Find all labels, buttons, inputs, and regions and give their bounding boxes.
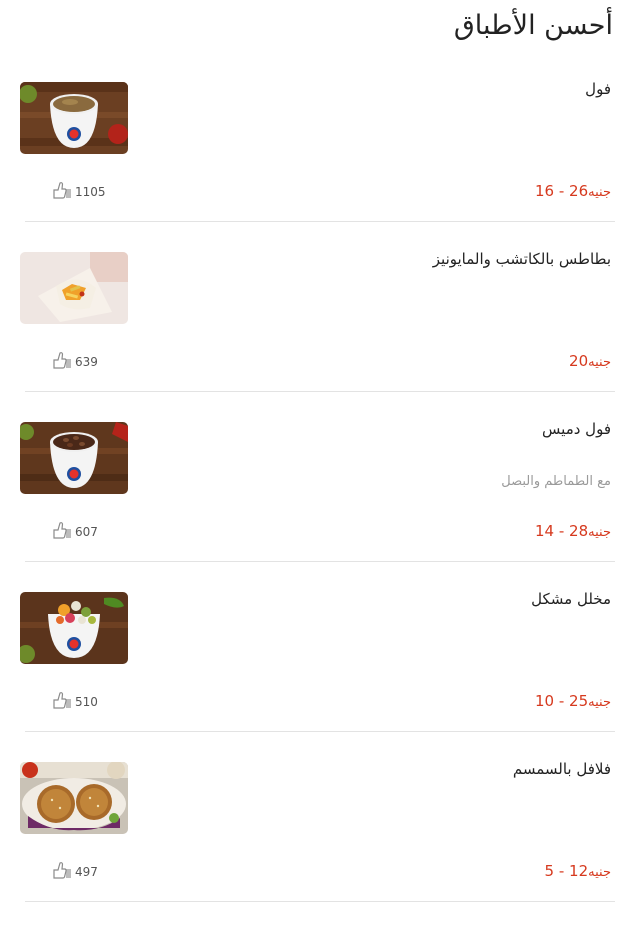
likes-count: 1105 [75, 184, 106, 199]
price-range: 5 - 12 [544, 862, 589, 880]
likes-counter[interactable]: 607 [52, 521, 98, 542]
likes-counter[interactable]: 639 [52, 351, 98, 372]
price-range: 20 [569, 352, 589, 370]
price-range: 10 - 25 [535, 692, 589, 710]
dish-description: مع الطماطم والبصل [501, 474, 611, 489]
likes-count: 639 [75, 354, 98, 369]
menu-item-sesame-falafel[interactable]: فلافل بالسمسم 5 - 12 جنيه 497 [0, 760, 637, 930]
item-divider [25, 901, 615, 902]
likes-counter[interactable]: 510 [52, 691, 98, 712]
dish-name: بطاطس بالكاتشب والمايونيز [432, 250, 611, 268]
menu-item-mixed-pickles[interactable]: مخلل مشكل 10 - 25 جنيه 510 [0, 590, 637, 760]
currency-label: جنيه [588, 355, 611, 370]
menu-item-ful[interactable]: فول 16 - 26 جنيه 1105 [0, 80, 637, 250]
menu-item-ful-demis[interactable]: فول دميس مع الطماطم والبصل 14 - 28 جنيه [0, 420, 637, 590]
dish-name: فلافل بالسمسم [512, 760, 611, 778]
dish-price: 10 - 25 جنيه [535, 692, 611, 710]
dish-name: فول [585, 80, 611, 98]
currency-label: جنيه [588, 865, 611, 880]
likes-counter[interactable]: 497 [52, 861, 98, 882]
dish-name: فول دميس [542, 420, 611, 438]
dish-image[interactable] [20, 762, 128, 834]
currency-label: جنيه [588, 185, 611, 200]
item-divider [25, 221, 615, 222]
dish-name: مخلل مشكل [531, 590, 611, 608]
currency-label: جنيه [588, 695, 611, 710]
menu-item-fries[interactable]: بطاطس بالكاتشب والمايونيز 20 جنيه 639 [0, 250, 637, 420]
likes-count: 497 [75, 864, 98, 879]
item-divider [25, 561, 615, 562]
dish-price: 14 - 28 جنيه [535, 522, 611, 540]
dish-image[interactable] [20, 422, 128, 494]
price-range: 16 - 26 [535, 182, 589, 200]
dish-image[interactable] [20, 252, 128, 324]
thumbs-up-icon [52, 691, 72, 712]
thumbs-up-icon [52, 861, 72, 882]
likes-counter[interactable]: 1105 [52, 181, 106, 202]
dish-image[interactable] [20, 592, 128, 664]
dish-price: 5 - 12 جنيه [545, 862, 611, 880]
thumbs-up-icon [52, 181, 72, 202]
currency-label: جنيه [588, 525, 611, 540]
dish-image[interactable] [20, 82, 128, 154]
likes-count: 510 [75, 694, 98, 709]
thumbs-up-icon [52, 351, 72, 372]
likes-count: 607 [75, 524, 98, 539]
page-title: أحسن الأطباق [453, 10, 613, 41]
item-divider [25, 731, 615, 732]
thumbs-up-icon [52, 521, 72, 542]
price-range: 14 - 28 [535, 522, 589, 540]
dish-price: 20 جنيه [569, 352, 611, 370]
dish-price: 16 - 26 جنيه [535, 182, 611, 200]
item-divider [25, 391, 615, 392]
